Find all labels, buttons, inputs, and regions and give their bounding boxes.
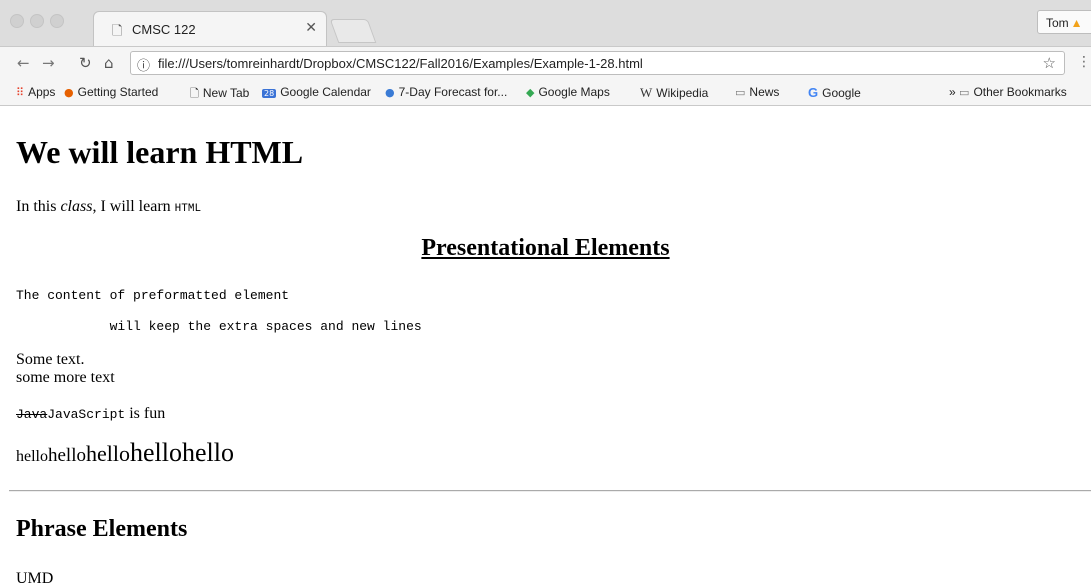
calendar-icon: 28 — [262, 89, 277, 98]
preformatted-line: will keep the extra spaces and new lines — [16, 319, 422, 334]
hello-word: hello — [182, 438, 234, 467]
folder-icon: ▭ — [735, 86, 746, 99]
tab-strip: 🗋 CMSC 122 ✕ Tom ▲ — [0, 0, 1091, 47]
bookmarks-bar: ⠿ Apps ● Getting Started 🗋 New Tab 28 Google… — [0, 80, 1091, 106]
bookmark-forecast[interactable]: ● 7-Day Forecast for... — [385, 85, 507, 99]
bookmark-google[interactable]: G Google — [808, 85, 861, 100]
folder-icon: ▭ — [959, 86, 970, 99]
bookmark-new-tab[interactable]: 🗋 New Tab — [190, 85, 249, 104]
close-icon[interactable]: ✕ — [305, 20, 317, 36]
tab-title: CMSC 122 — [132, 22, 196, 37]
page-content: We will learn HTML In this class, I will… — [0, 106, 1091, 587]
browser-chrome: 🗋 CMSC 122 ✕ Tom ▲ ← → ↻ ⌂ ⓘ file:///User… — [0, 0, 1091, 106]
weather-icon: ● — [385, 86, 395, 99]
phrase-heading: Phrase Elements — [16, 516, 188, 542]
hello-sizes: hellohellohellohellohello — [16, 440, 234, 466]
bookmark-label: Google — [822, 86, 861, 100]
intro-paragraph: In this class, I will learn HTML — [16, 198, 201, 216]
profile-button[interactable]: Tom ▲ — [1037, 10, 1091, 34]
toolbar: ← → ↻ ⌂ ⓘ file:///Users/tomreinhardt/Dro… — [0, 46, 1091, 81]
back-icon[interactable]: ← — [17, 54, 30, 72]
bookmark-star-icon[interactable]: ☆ — [1043, 54, 1056, 72]
zoom-window-button[interactable] — [50, 14, 64, 28]
umd-text: UMD — [16, 570, 54, 587]
other-bookmarks-label: Other Bookmarks — [973, 85, 1067, 99]
intro-code: HTML — [174, 203, 202, 215]
bookmark-wikipedia[interactable]: W Wikipedia — [640, 85, 708, 101]
apps-grid-icon: ⠿ — [16, 86, 25, 99]
fun-text: is fun — [125, 405, 166, 422]
some-more-text: some more text — [16, 369, 115, 386]
presentational-heading: Presentational Elements — [421, 235, 670, 261]
page-icon: 🗋 — [190, 87, 199, 100]
profile-name: Tom — [1046, 16, 1069, 30]
bookmark-label: Wikipedia — [656, 86, 709, 100]
minimize-window-button[interactable] — [30, 14, 44, 28]
bookmark-label: 7-Day Forecast for... — [398, 85, 508, 99]
google-icon: G — [808, 85, 819, 100]
bookmark-apps[interactable]: ⠿ Apps — [16, 85, 55, 99]
horizontal-rule — [9, 490, 1091, 492]
bookmark-google-calendar[interactable]: 28 Google Calendar — [262, 85, 371, 99]
intro-text: , I will learn — [92, 198, 175, 215]
hello-word: hello — [48, 445, 86, 466]
page-heading: We will learn HTML — [16, 134, 304, 170]
close-window-button[interactable] — [10, 14, 24, 28]
forward-icon[interactable]: → — [42, 54, 55, 72]
overflow-chevron-icon: » — [949, 85, 956, 99]
intro-emphasis: class — [60, 198, 93, 215]
hello-word: hello — [86, 441, 130, 466]
tab-active[interactable]: 🗋 CMSC 122 ✕ — [93, 11, 327, 47]
bookmark-label: Apps — [28, 85, 56, 99]
strike-paragraph: JavaJavaScript is fun — [16, 405, 165, 423]
maps-icon: ◆ — [526, 86, 535, 99]
bookmark-label: Getting Started — [77, 85, 159, 99]
url-text[interactable]: file:///Users/tomreinhardt/Dropbox/CMSC1… — [158, 56, 643, 71]
address-bar[interactable]: ⓘ file:///Users/tomreinhardt/Dropbox/CMS… — [130, 51, 1065, 75]
info-icon[interactable]: ⓘ — [137, 55, 150, 74]
hello-word: hello — [16, 448, 48, 465]
code-text: JavaScript — [47, 407, 126, 422]
home-icon[interactable]: ⌂ — [104, 54, 114, 72]
page-icon: 🗋 — [112, 24, 123, 39]
hello-word: hello — [130, 438, 182, 467]
bookmark-news[interactable]: ▭ News — [735, 85, 779, 99]
bookmark-label: Google Calendar — [280, 85, 371, 99]
warning-icon: ▲ — [1070, 16, 1083, 30]
bookmark-label: News — [749, 85, 780, 99]
firefox-icon: ● — [64, 86, 74, 99]
preformatted-line: The content of preformatted element — [16, 288, 290, 303]
strike-text: Java — [16, 407, 48, 422]
wikipedia-icon: W — [640, 85, 653, 100]
bookmark-label: New Tab — [202, 86, 250, 100]
bookmark-overflow[interactable]: » ▭ Other Bookmarks — [949, 85, 1067, 99]
bookmark-google-maps[interactable]: ◆ Google Maps — [526, 85, 610, 99]
intro-text: In this — [16, 198, 61, 215]
reload-icon[interactable]: ↻ — [79, 54, 92, 72]
bookmark-getting-started[interactable]: ● Getting Started — [64, 85, 158, 99]
menu-icon[interactable]: ⋮ — [1077, 54, 1091, 70]
new-tab-button[interactable] — [329, 19, 377, 43]
some-text: Some text. — [16, 351, 85, 368]
bookmark-label: Google Maps — [538, 85, 610, 99]
